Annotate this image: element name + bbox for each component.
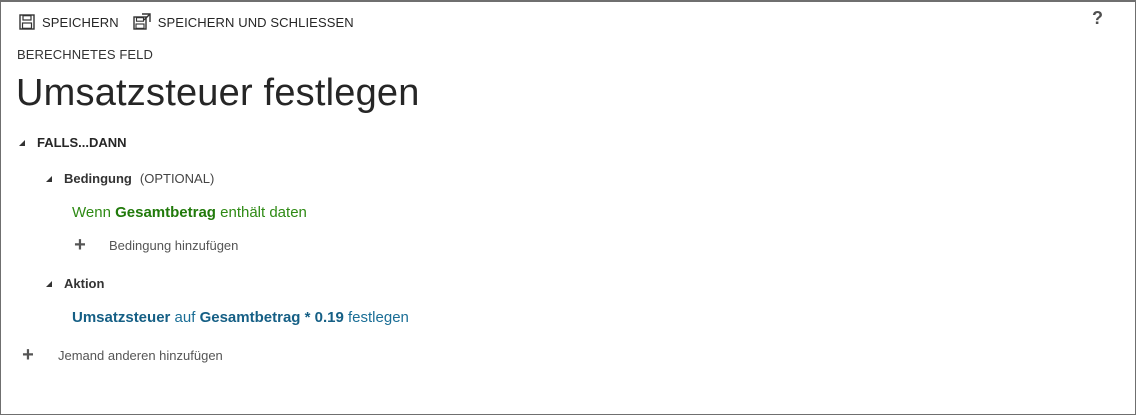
help-icon[interactable]: ? [1092, 8, 1103, 29]
action-target: Umsatzsteuer [72, 309, 171, 326]
collapse-triangle-icon[interactable] [46, 175, 52, 182]
condition-prefix: Wenn [72, 204, 111, 221]
save-and-close-button[interactable]: SPEICHERN UND SCHLIESSEN [133, 13, 354, 31]
collapse-triangle-icon[interactable] [46, 280, 52, 287]
calculated-field-editor: SPEICHERN SPEICHERN UND SCHLIESSEN ? BER… [0, 0, 1136, 415]
if-then-section-header[interactable]: FALLS...DANN [19, 135, 127, 150]
save-button[interactable]: SPEICHERN [19, 14, 119, 30]
add-someone-else-label: Jemand anderen hinzufügen [58, 347, 223, 363]
condition-statement[interactable]: Wenn Gesamtbetrag enthält daten [72, 204, 307, 221]
page-title: Umsatzsteuer festlegen [16, 72, 420, 114]
add-condition-label: Bedingung hinzufügen [109, 237, 239, 253]
save-icon [19, 14, 35, 30]
if-then-label: FALLS...DANN [37, 135, 127, 150]
save-close-icon [133, 13, 151, 31]
condition-field: Gesamtbetrag [115, 204, 216, 221]
action-expression: Gesamtbetrag * 0.19 [199, 309, 344, 326]
add-condition-button[interactable]: + Bedingung hinzufügen [72, 235, 239, 255]
action-statement[interactable]: Umsatzsteuer auf Gesamtbetrag * 0.19 fes… [72, 309, 409, 326]
entity-type-label: BERECHNETES FELD [17, 47, 153, 62]
collapse-triangle-icon[interactable] [19, 139, 25, 146]
action-connector: auf [174, 309, 196, 326]
save-and-close-label: SPEICHERN UND SCHLIESSEN [157, 14, 354, 30]
condition-label: Bedingung [64, 171, 132, 186]
optional-label: (OPTIONAL) [139, 171, 215, 186]
condition-section-header[interactable]: Bedingung (OPTIONAL) [46, 171, 214, 186]
add-someone-else-button[interactable]: + Jemand anderen hinzufügen [20, 345, 223, 365]
plus-icon[interactable]: + [20, 345, 36, 365]
condition-operator: enthält daten [220, 204, 307, 221]
save-label: SPEICHERN [42, 14, 119, 30]
plus-icon[interactable]: + [72, 235, 88, 255]
action-label: Aktion [64, 276, 105, 291]
action-section-header[interactable]: Aktion [46, 276, 104, 291]
command-bar: SPEICHERN SPEICHERN UND SCHLIESSEN [19, 12, 368, 32]
action-verb: festlegen [348, 309, 409, 326]
